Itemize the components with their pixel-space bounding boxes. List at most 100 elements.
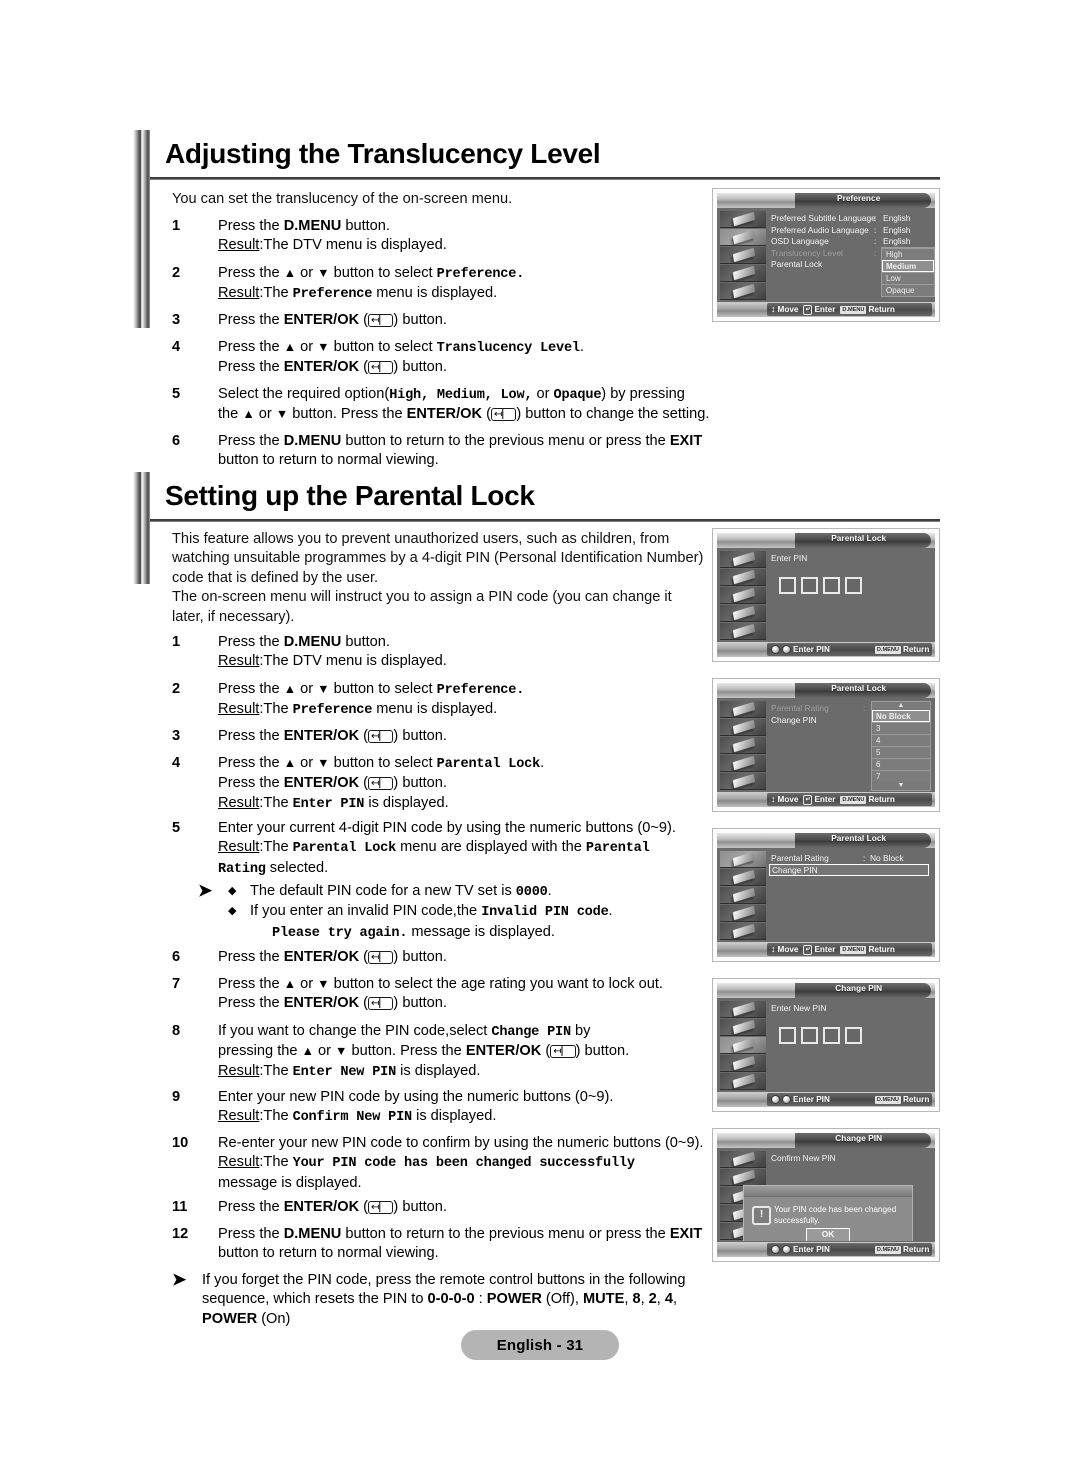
scroll-down-arrow-icon[interactable]: ▼ (872, 782, 930, 790)
osd-content: Enter New PIN (771, 1003, 931, 1090)
osd-titlebar: Parental Lock (717, 833, 935, 849)
osd-menu-icon-picture[interactable] (720, 719, 766, 736)
enter-key-icon: ↵ (803, 794, 813, 805)
osd-row[interactable]: Preferred Audio Language : English (771, 225, 931, 237)
pin-entry-row[interactable] (779, 1027, 862, 1044)
step-text: Select the required option(High, Medium,… (218, 386, 710, 423)
osd-menu-icon-setup[interactable] (720, 265, 766, 282)
dropdown-option-low[interactable]: Low (882, 272, 934, 284)
osd-row[interactable]: Preferred Subtitle Language : English (771, 213, 931, 225)
step-item: 8 If you want to change the PIN code,sel… (172, 1022, 737, 1082)
pin-digit-box[interactable] (779, 577, 796, 594)
osd-row-colon: : (874, 247, 877, 258)
osd-screen-confirm-new-pin: Change PIN Confirm New PIN ! Your PIN co… (712, 1128, 940, 1262)
intro-paragraph-parental: This feature allows you to prevent unaut… (172, 531, 704, 625)
osd-menu-icon-programme[interactable] (720, 701, 766, 718)
step-item: 9 Enter your new PIN code by using the n… (172, 1088, 722, 1128)
dropdown-option-high[interactable]: High (882, 248, 934, 260)
pin-digit-box[interactable] (801, 577, 818, 594)
osd-menu-icon-input[interactable] (720, 923, 766, 940)
pin-digit-box[interactable] (845, 1027, 862, 1044)
step-text: Press the ENTER/OK (↤⎸) button. (218, 728, 447, 744)
osd-screen-enter-pin: Parental Lock Enter PIN Enter PIN D.MENU… (712, 528, 940, 662)
translucency-dropdown[interactable]: High Medium Low Opaque (881, 247, 935, 297)
dialog-message-line: Your PIN code has been changed (774, 1205, 897, 1214)
dropdown-option-7[interactable]: 7 (872, 770, 930, 782)
step-item: 12 Press the D.MENU button to return to … (172, 1225, 737, 1264)
nav-enter: ↵ Enter (803, 794, 835, 805)
numeric-keys-icon (771, 1245, 780, 1254)
note-line: If you enter an invalid PIN code,the Inv… (250, 903, 613, 921)
osd-menu-icon-programme[interactable] (720, 1001, 766, 1018)
scroll-up-arrow-icon[interactable]: ▲ (872, 702, 930, 710)
note-line: Please try again. message is displayed. (272, 923, 555, 941)
step-item: 6 Press the D.MENU button to return to t… (172, 432, 732, 471)
dropdown-option-5[interactable]: 5 (872, 746, 930, 758)
dropdown-option-medium[interactable]: Medium (882, 260, 934, 272)
osd-screen-change-pin-select: Parental Lock Parental Rating : No Block (712, 828, 940, 962)
diamond-bullet-icon: ◆ (228, 885, 237, 897)
osd-menu-icon-picture[interactable] (720, 1019, 766, 1036)
dmenu-key-icon: D.MENU (840, 305, 867, 314)
osd-menu-icon-sound[interactable] (720, 247, 766, 264)
osd-nav-bar: ↕ Move ↵ Enter D.MENU Return (717, 301, 935, 317)
pin-digit-box[interactable] (779, 1027, 796, 1044)
osd-row-colon: : (863, 703, 866, 713)
osd-menu-icon-sound[interactable] (720, 887, 766, 904)
section-accent-bar-lower (133, 180, 150, 328)
osd-menu-icon-picture[interactable] (720, 869, 766, 886)
nav-return: D.MENU Return (840, 305, 895, 314)
osd-icon-column (720, 1001, 766, 1090)
osd-row-change-pin[interactable]: Change PIN (769, 863, 931, 877)
osd-menu-icon-setup[interactable] (720, 605, 766, 622)
osd-menu-icon-programme[interactable] (720, 851, 766, 868)
osd-menu-icon-programme[interactable] (720, 1151, 766, 1168)
dialog-message-line: successfully. (774, 1216, 820, 1225)
dropdown-option-6[interactable]: 6 (872, 758, 930, 770)
osd-menu-icon-setup[interactable] (720, 905, 766, 922)
step-item: 11 Press the ENTER/OK (↤⎸) button. (172, 1198, 722, 1217)
osd-menu-icon-programme[interactable] (720, 211, 766, 228)
osd-menu-icon-input[interactable] (720, 1073, 766, 1090)
osd-menu-icon-input[interactable] (720, 283, 766, 300)
osd-heading: Confirm New PIN (771, 1153, 931, 1165)
osd-title: Preference (837, 194, 881, 203)
pin-digit-box[interactable] (845, 577, 862, 594)
osd-menu-icon-sound[interactable] (720, 737, 766, 754)
osd-menu-icon-picture[interactable] (720, 569, 766, 586)
osd-row-label: Parental Lock (771, 259, 823, 270)
step-number: 3 (172, 312, 181, 328)
osd-menu-icon-input[interactable] (720, 773, 766, 790)
dropdown-option-no-block[interactable]: No Block (872, 710, 930, 722)
dialog-message: Your PIN code has been changed successfu… (774, 1204, 906, 1226)
osd-menu-icon-sound[interactable] (720, 587, 766, 604)
dropdown-option-3[interactable]: 3 (872, 722, 930, 734)
osd-menu-icon-picture[interactable] (720, 229, 766, 246)
nav-label: Enter (814, 305, 836, 314)
dropdown-option-4[interactable]: 4 (872, 734, 930, 746)
osd-screen-enter-new-pin: Change PIN Enter New PIN Enter PIN D.MEN… (712, 978, 940, 1112)
note-body: ◆ The default PIN code for a new TV set … (228, 882, 718, 943)
nav-label: Enter PIN (793, 1245, 830, 1254)
step-text: Press the ▲ or ▼ button to select Prefer… (218, 265, 525, 303)
nav-enter-pin: Enter PIN (771, 1245, 830, 1254)
pin-digit-box[interactable] (823, 1027, 840, 1044)
osd-menu-icon-programme[interactable] (720, 551, 766, 568)
osd-icon-column (720, 701, 766, 790)
step-item: 5 Select the required option(High, Mediu… (172, 385, 732, 425)
parental-rating-dropdown[interactable]: ▲ No Block 3 4 5 6 7 ▼ (871, 701, 931, 791)
osd-menu-icon-sound[interactable] (720, 1037, 766, 1054)
osd-menu-icon-picture[interactable] (720, 1169, 766, 1186)
osd-row-label: Parental Rating (771, 703, 829, 713)
pin-entry-row[interactable] (779, 577, 862, 594)
step-item: 5 Enter your current 4-digit PIN code by… (172, 819, 737, 879)
osd-row-colon: : (874, 224, 877, 235)
pin-digit-box[interactable] (823, 577, 840, 594)
pin-digit-box[interactable] (801, 1027, 818, 1044)
osd-icon-column (720, 211, 766, 300)
osd-menu-icon-setup[interactable] (720, 755, 766, 772)
osd-menu-icon-setup[interactable] (720, 1055, 766, 1072)
step-number: 5 (172, 820, 181, 836)
dropdown-option-opaque[interactable]: Opaque (882, 284, 934, 296)
osd-menu-icon-input[interactable] (720, 623, 766, 640)
